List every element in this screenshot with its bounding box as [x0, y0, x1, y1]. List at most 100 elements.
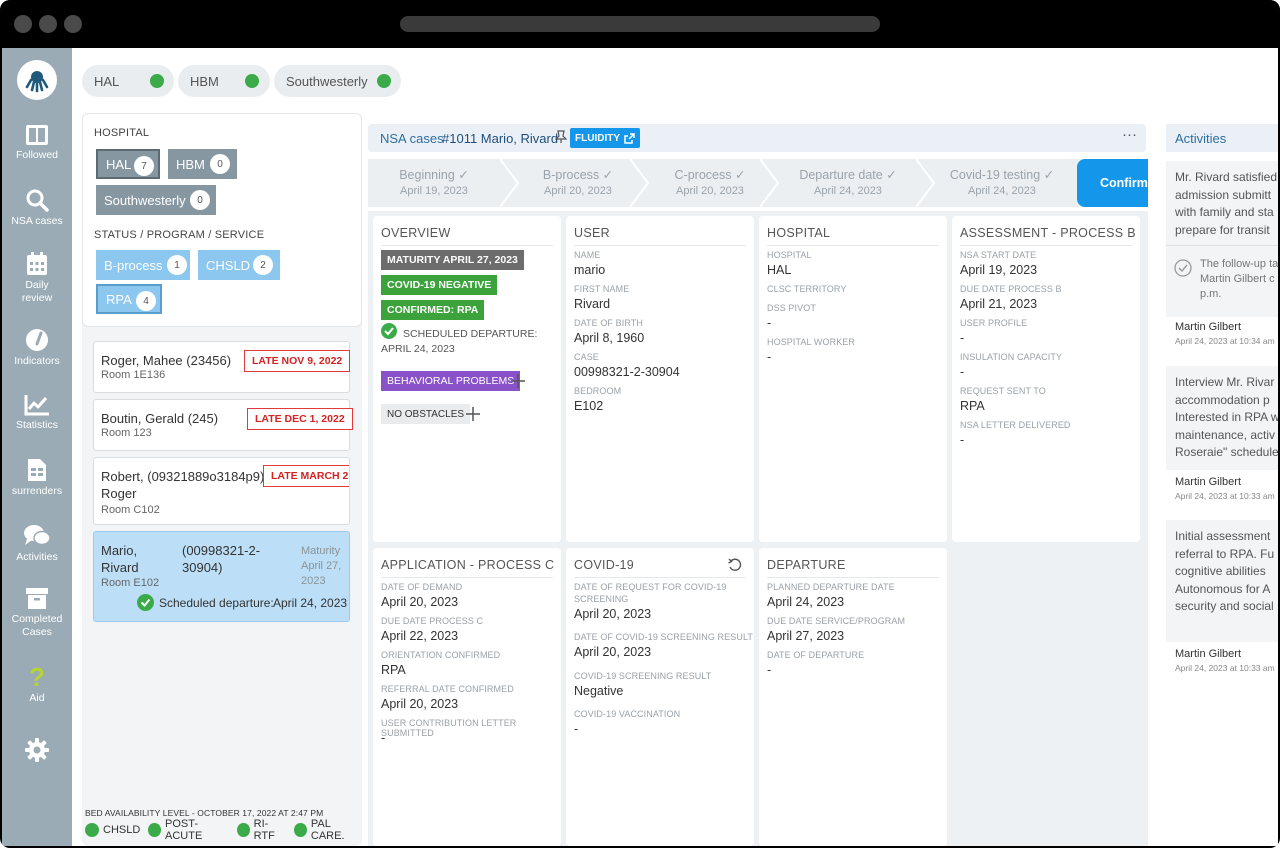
filter-hospital-hbm[interactable]: HBM 0: [168, 149, 237, 179]
top-hospital-hal[interactable]: HAL: [82, 65, 174, 97]
late-badge: LATE MARCH 2, 2: [263, 465, 349, 487]
case-name: Boutin, Gerald (245): [101, 411, 219, 426]
filter-hospital-hal[interactable]: HAL 7: [96, 149, 160, 179]
maturity-year: 2023: [301, 575, 326, 587]
confirm-button[interactable]: Confirm: [1077, 159, 1148, 207]
divider: [1166, 245, 1278, 246]
legend-label: RI-RTF: [253, 818, 275, 842]
step-separator: [500, 159, 520, 207]
archive-icon: [26, 588, 48, 609]
field-value: RPA: [381, 663, 406, 677]
chat-icon: [24, 525, 51, 546]
window-minimize-dot[interactable]: [39, 15, 57, 33]
sidebar-item-indicators[interactable]: Indicators: [2, 328, 72, 368]
activity-card[interactable]: Initial assessment referral to RPA. Fu c…: [1166, 520, 1278, 642]
more-options-button[interactable]: ···: [1122, 126, 1137, 143]
activity-text: maintenance, activ: [1175, 427, 1276, 442]
sidebar-item-activities[interactable]: Activities: [2, 524, 72, 564]
sidebar-item-followed[interactable]: Followed: [2, 124, 72, 162]
top-hospital-southwesterly[interactable]: Southwesterly: [274, 65, 401, 97]
title-bar: [0, 0, 1280, 48]
divider: [381, 577, 553, 578]
sidebar-item-completed-cases[interactable]: Completed Cases: [2, 586, 72, 639]
case-id: (00998321-2-: [182, 543, 261, 558]
step-b-process[interactable]: B-process ✓ April 20, 2023: [520, 159, 636, 207]
field-label: USER CONTRIBUTION LETTER SUBMITTED: [381, 718, 517, 738]
sidebar-item-daily-review[interactable]: Daily review: [2, 252, 72, 305]
panel-title: USER: [574, 226, 610, 240]
step-date: April 19, 2023: [400, 185, 468, 197]
filter-status-b-process[interactable]: B-process 1: [96, 250, 190, 280]
gear-icon: [25, 738, 49, 762]
step-beginning[interactable]: Beginning ✓ April 19, 2023: [368, 159, 500, 207]
filter-hospital-southwesterly[interactable]: Southwesterly 0: [96, 185, 216, 215]
badge-label: FLUIDITY: [575, 132, 620, 144]
add-icon[interactable]: [465, 406, 481, 422]
octopus-logo-icon[interactable]: [17, 60, 57, 100]
field-label: DUE DATE PROCESS C: [381, 616, 484, 626]
sidebar-item-surrenders[interactable]: surrenders: [2, 458, 72, 498]
filter-status-rpa[interactable]: RPA 4: [96, 284, 162, 314]
address-bar[interactable]: [400, 16, 880, 32]
top-hospital-hbm[interactable]: HBM: [178, 65, 270, 97]
browser-window: Followed NSA cases Daily review Indicator…: [0, 0, 1280, 848]
confirmed-tag: CONFIRMED: RPA: [381, 300, 485, 320]
filter-status-chsld[interactable]: CHSLD 2: [198, 250, 280, 280]
case-breadcrumb[interactable]: NSA cases: [380, 131, 444, 146]
fluidity-badge[interactable]: FLUIDITY: [570, 128, 640, 148]
sidebar-item-aid[interactable]: ? Aid: [2, 665, 72, 705]
field-label: BEDROOM: [574, 386, 622, 396]
sidebar-item-label: Followed: [15, 149, 59, 161]
hospital-filter-label: HOSPITAL: [94, 127, 150, 139]
step-separator: [916, 159, 936, 207]
pin-icon[interactable]: [555, 130, 567, 144]
scheduled-departure-date: APRIL 24, 2023: [381, 343, 455, 355]
covid-panel: COVID-19 DATE OF REQUEST FOR COVID-19 SC…: [566, 548, 754, 846]
activities-title: Activities: [1175, 131, 1227, 146]
step-c-process[interactable]: C-process ✓ April 20, 2023: [650, 159, 770, 207]
field-value: E102: [574, 399, 604, 413]
case-card[interactable]: Boutin, Gerald (245) Room 123 LATE DEC 1…: [93, 399, 353, 451]
activity-card[interactable]: Interview Mr. Rivar accommodation p Inte…: [1166, 366, 1278, 470]
panel-title: HOSPITAL: [767, 226, 831, 240]
settings-button[interactable]: [2, 738, 72, 765]
chip-label: HAL: [106, 156, 132, 172]
maturity-label: Maturity: [301, 545, 341, 557]
case-card[interactable]: Robert, (09321889o3184p9) Roger Room C10…: [93, 457, 350, 525]
check-circle-outline-icon: [1174, 259, 1192, 277]
check-icon: ✓: [1043, 168, 1055, 182]
bed-availability-title: BED AVAILABILITY LEVEL - OCTOBER 17, 202…: [85, 808, 324, 818]
chip-count: 7: [134, 156, 154, 176]
field-label: CASE: [574, 352, 599, 362]
case-card-selected[interactable]: Mario, Rivard (00998321-2- 30904) Room E…: [93, 531, 350, 622]
case-card[interactable]: Roger, Mahee (23456) Room 1E136 LATE NOV…: [93, 341, 351, 393]
window-close-dot[interactable]: [14, 15, 32, 33]
step-covid-testing[interactable]: Covid-19 testing ✓ April 24, 2023: [936, 159, 1068, 207]
chip-label: HBM: [176, 156, 205, 172]
activity-text: admission submitt: [1175, 187, 1272, 202]
case-id-line2: 30904): [182, 560, 223, 575]
history-icon[interactable]: [728, 558, 742, 572]
scheduled-departure-date: April 24, 2023: [273, 596, 348, 610]
step-departure-date[interactable]: Departure date ✓ April 24, 2023: [780, 159, 916, 207]
sidebar-item-nsa-cases[interactable]: NSA cases: [2, 188, 72, 228]
field-label: NSA START DATE: [960, 250, 1037, 260]
divider: [767, 245, 939, 246]
add-icon[interactable]: [510, 373, 526, 389]
calendar-icon: [27, 252, 47, 275]
activity-card[interactable]: Mr. Rivard satisfied admission submitt w…: [1166, 161, 1278, 317]
followup-line: p.m.: [1200, 288, 1222, 300]
field-label: DATE OF COVID-19 SCREENING RESULT: [574, 632, 753, 642]
step-label: C-process: [674, 168, 732, 182]
hospital-pill-label: HBM: [190, 73, 219, 89]
case-list-panel: HOSPITAL HAL 7 HBM 0 Southwesterly 0 STA…: [82, 113, 362, 846]
check-icon: ✓: [602, 168, 614, 182]
window-maximize-dot[interactable]: [64, 15, 82, 33]
followup-text: The follow-up ta Martin Gilbert c p.m.: [1200, 257, 1278, 302]
status-dot: [85, 823, 99, 837]
field-value: -: [381, 731, 386, 745]
legend-item: CHSLD: [85, 818, 140, 842]
case-header: NSA cases #1011 Mario, Rivard FLUIDITY ·…: [368, 124, 1146, 152]
scheduled-departure-label: SCHEDULED DEPARTURE:: [403, 328, 538, 340]
sidebar-item-statistics[interactable]: Statistics: [2, 394, 72, 432]
